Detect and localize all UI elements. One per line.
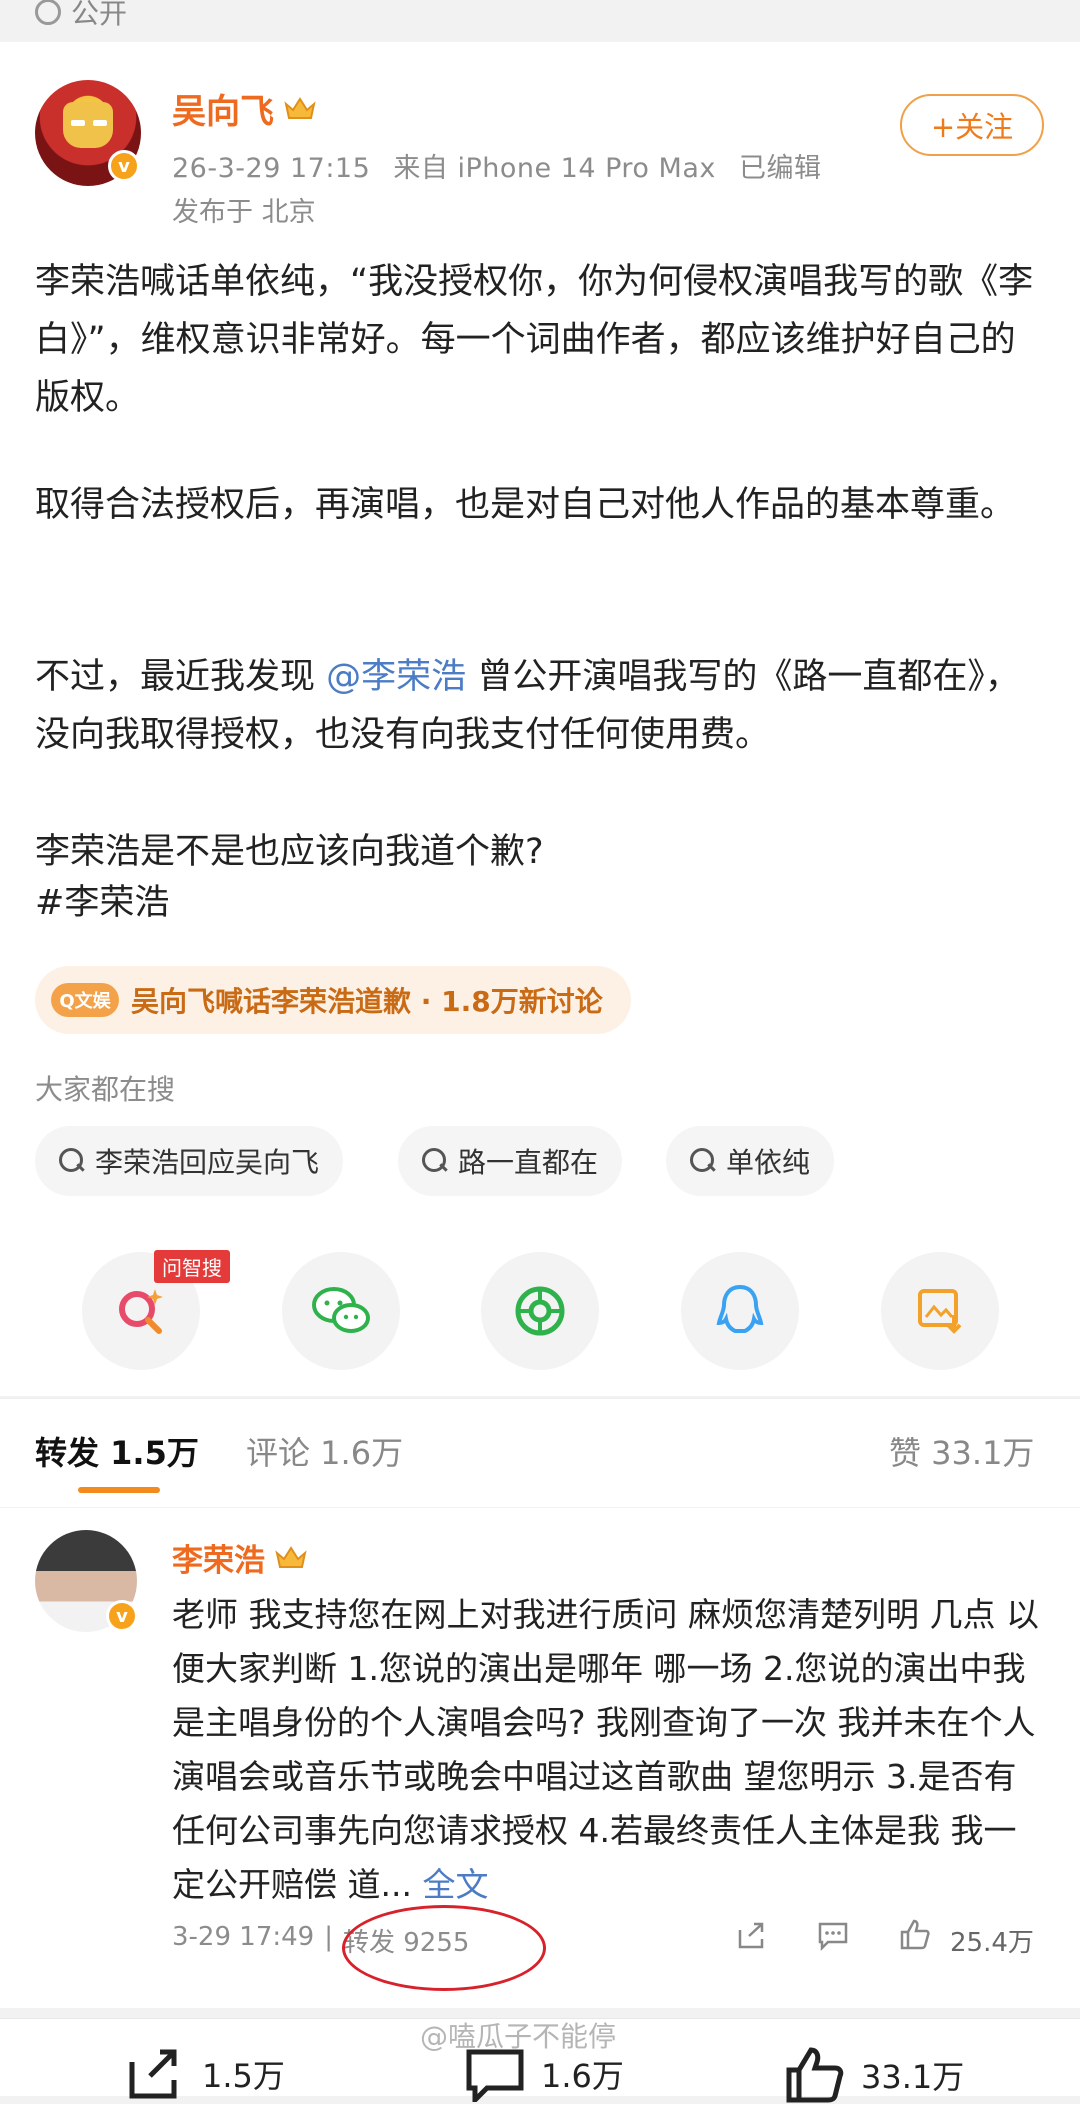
save-image-icon	[918, 1289, 962, 1334]
tab-like[interactable]: 赞 33.1万	[889, 1428, 1034, 1474]
crown-icon	[275, 1545, 307, 1568]
share-wechat-button[interactable]	[282, 1252, 400, 1370]
save-image-button[interactable]	[881, 1252, 999, 1370]
topic-pill[interactable]: Q文娱 吴向飞喊话李荣浩道歉 · 1.8万新讨论	[35, 966, 631, 1034]
post-source: 来自 iPhone 14 Pro Max	[393, 153, 716, 184]
follow-button[interactable]: +关注	[900, 94, 1044, 156]
bottom-like-button[interactable]: 33.1万	[783, 2046, 964, 2104]
avatar-eye	[93, 120, 107, 126]
bottom-comment-count: 1.6万	[541, 2057, 624, 2095]
search-chip[interactable]: 李荣浩回应吴向飞	[35, 1126, 344, 1196]
post-hashtag[interactable]: #李荣浩	[35, 874, 1045, 932]
verified-badge-icon: v	[108, 150, 140, 182]
verified-badge-icon: v	[106, 1600, 138, 1632]
watermark: @嗑瓜子不能停	[420, 2020, 617, 2053]
comment-body: 老师 我支持您在网上对我进行质问 麻烦您清楚列明 几点 以便大家判断 1.您说的…	[172, 1595, 1039, 1904]
paragraph-3-start: 不过，最近我发现	[35, 657, 316, 697]
comment-time: 3-29 17:49	[172, 1922, 315, 1952]
like-icon[interactable]	[898, 1918, 932, 1952]
search-heading: 大家都在搜	[35, 1073, 176, 1106]
like-icon	[786, 2047, 844, 2103]
share-moments-button[interactable]	[481, 1252, 599, 1370]
full-text-link[interactable]: 全文	[422, 1865, 488, 1904]
tab-comment[interactable]: 评论 1.6万	[246, 1428, 403, 1474]
ai-search-icon	[119, 1289, 163, 1334]
search-icon	[690, 1148, 716, 1174]
topic-tag: Q文娱	[51, 983, 119, 1017]
wechat-icon	[312, 1287, 370, 1333]
topic-text: 吴向飞喊话李荣浩道歉 · 1.8万新讨论	[131, 985, 603, 1018]
author-name-row[interactable]: 吴向飞	[172, 84, 316, 133]
repost-icon[interactable]	[735, 1920, 767, 1952]
ai-search-badge: 问智搜	[154, 1250, 230, 1283]
commenter-name[interactable]: 李荣浩	[172, 1535, 265, 1580]
search-chip[interactable]: 单依纯	[666, 1126, 835, 1196]
commenter-name-row[interactable]: 李荣浩	[172, 1535, 307, 1580]
search-chip-label: 单依纯	[726, 1146, 811, 1179]
comment-icon[interactable]	[816, 1920, 850, 1952]
post-date: 26-3-29 17:15	[172, 153, 371, 184]
comment-like-count: 25.4万	[950, 1928, 1034, 1958]
bottom-like-count: 33.1万	[861, 2058, 965, 2096]
visibility-icon	[35, 0, 61, 25]
mention-link[interactable]: @李荣浩	[326, 657, 466, 697]
bottom-repost-count: 1.5万	[202, 2057, 285, 2095]
post-paragraph-4: 李荣浩是不是也应该向我道个歉?	[35, 832, 544, 872]
active-tab-indicator	[78, 1487, 160, 1493]
share-qq-button[interactable]	[681, 1252, 799, 1370]
visibility-label: 公开	[71, 0, 128, 30]
search-icon	[422, 1148, 448, 1174]
search-chip-label: 李荣浩回应吴向飞	[95, 1146, 320, 1179]
crown-icon	[284, 96, 316, 119]
bottom-repost-button[interactable]: 1.5万	[124, 2046, 285, 2102]
post-meta: 26-3-29 17:15 来自 iPhone 14 Pro Max 已编辑	[172, 146, 821, 185]
meta-divider: |	[324, 1922, 333, 1952]
search-chip[interactable]: 路一直都在	[398, 1126, 623, 1196]
comment-text: 老师 我支持您在网上对我进行质问 麻烦您清楚列明 几点 以便大家判断 1.您说的…	[172, 1588, 1048, 1912]
annotation-circle	[342, 1905, 546, 1991]
moments-icon	[515, 1286, 565, 1336]
post-paragraph-1: 李荣浩喊话单依纯，“我没授权你，你为何侵权演唱我写的歌《李白》”，维权意识非常好…	[35, 262, 1034, 418]
qq-icon	[716, 1284, 764, 1333]
search-chip-label: 路一直都在	[458, 1146, 599, 1179]
top-strip: 公开	[0, 0, 1080, 42]
search-icon	[59, 1148, 85, 1174]
post-edited[interactable]: 已编辑	[739, 153, 822, 184]
tab-repost[interactable]: 转发 1.5万	[35, 1428, 199, 1474]
repost-icon	[129, 2049, 177, 2099]
post-paragraph-3: 不过，最近我发现 @李荣浩 曾公开演唱我写的《路一直都在》，没向我取得授权，也没…	[35, 648, 1045, 764]
author-name[interactable]: 吴向飞	[172, 84, 274, 133]
post-location: 发布于 北京	[172, 197, 316, 228]
post-paragraph-2: 取得合法授权后，再演唱，也是对自己对他人作品的基本尊重。	[35, 485, 1016, 525]
avatar-eye	[71, 120, 85, 126]
visibility-row: 公开	[35, 0, 127, 32]
